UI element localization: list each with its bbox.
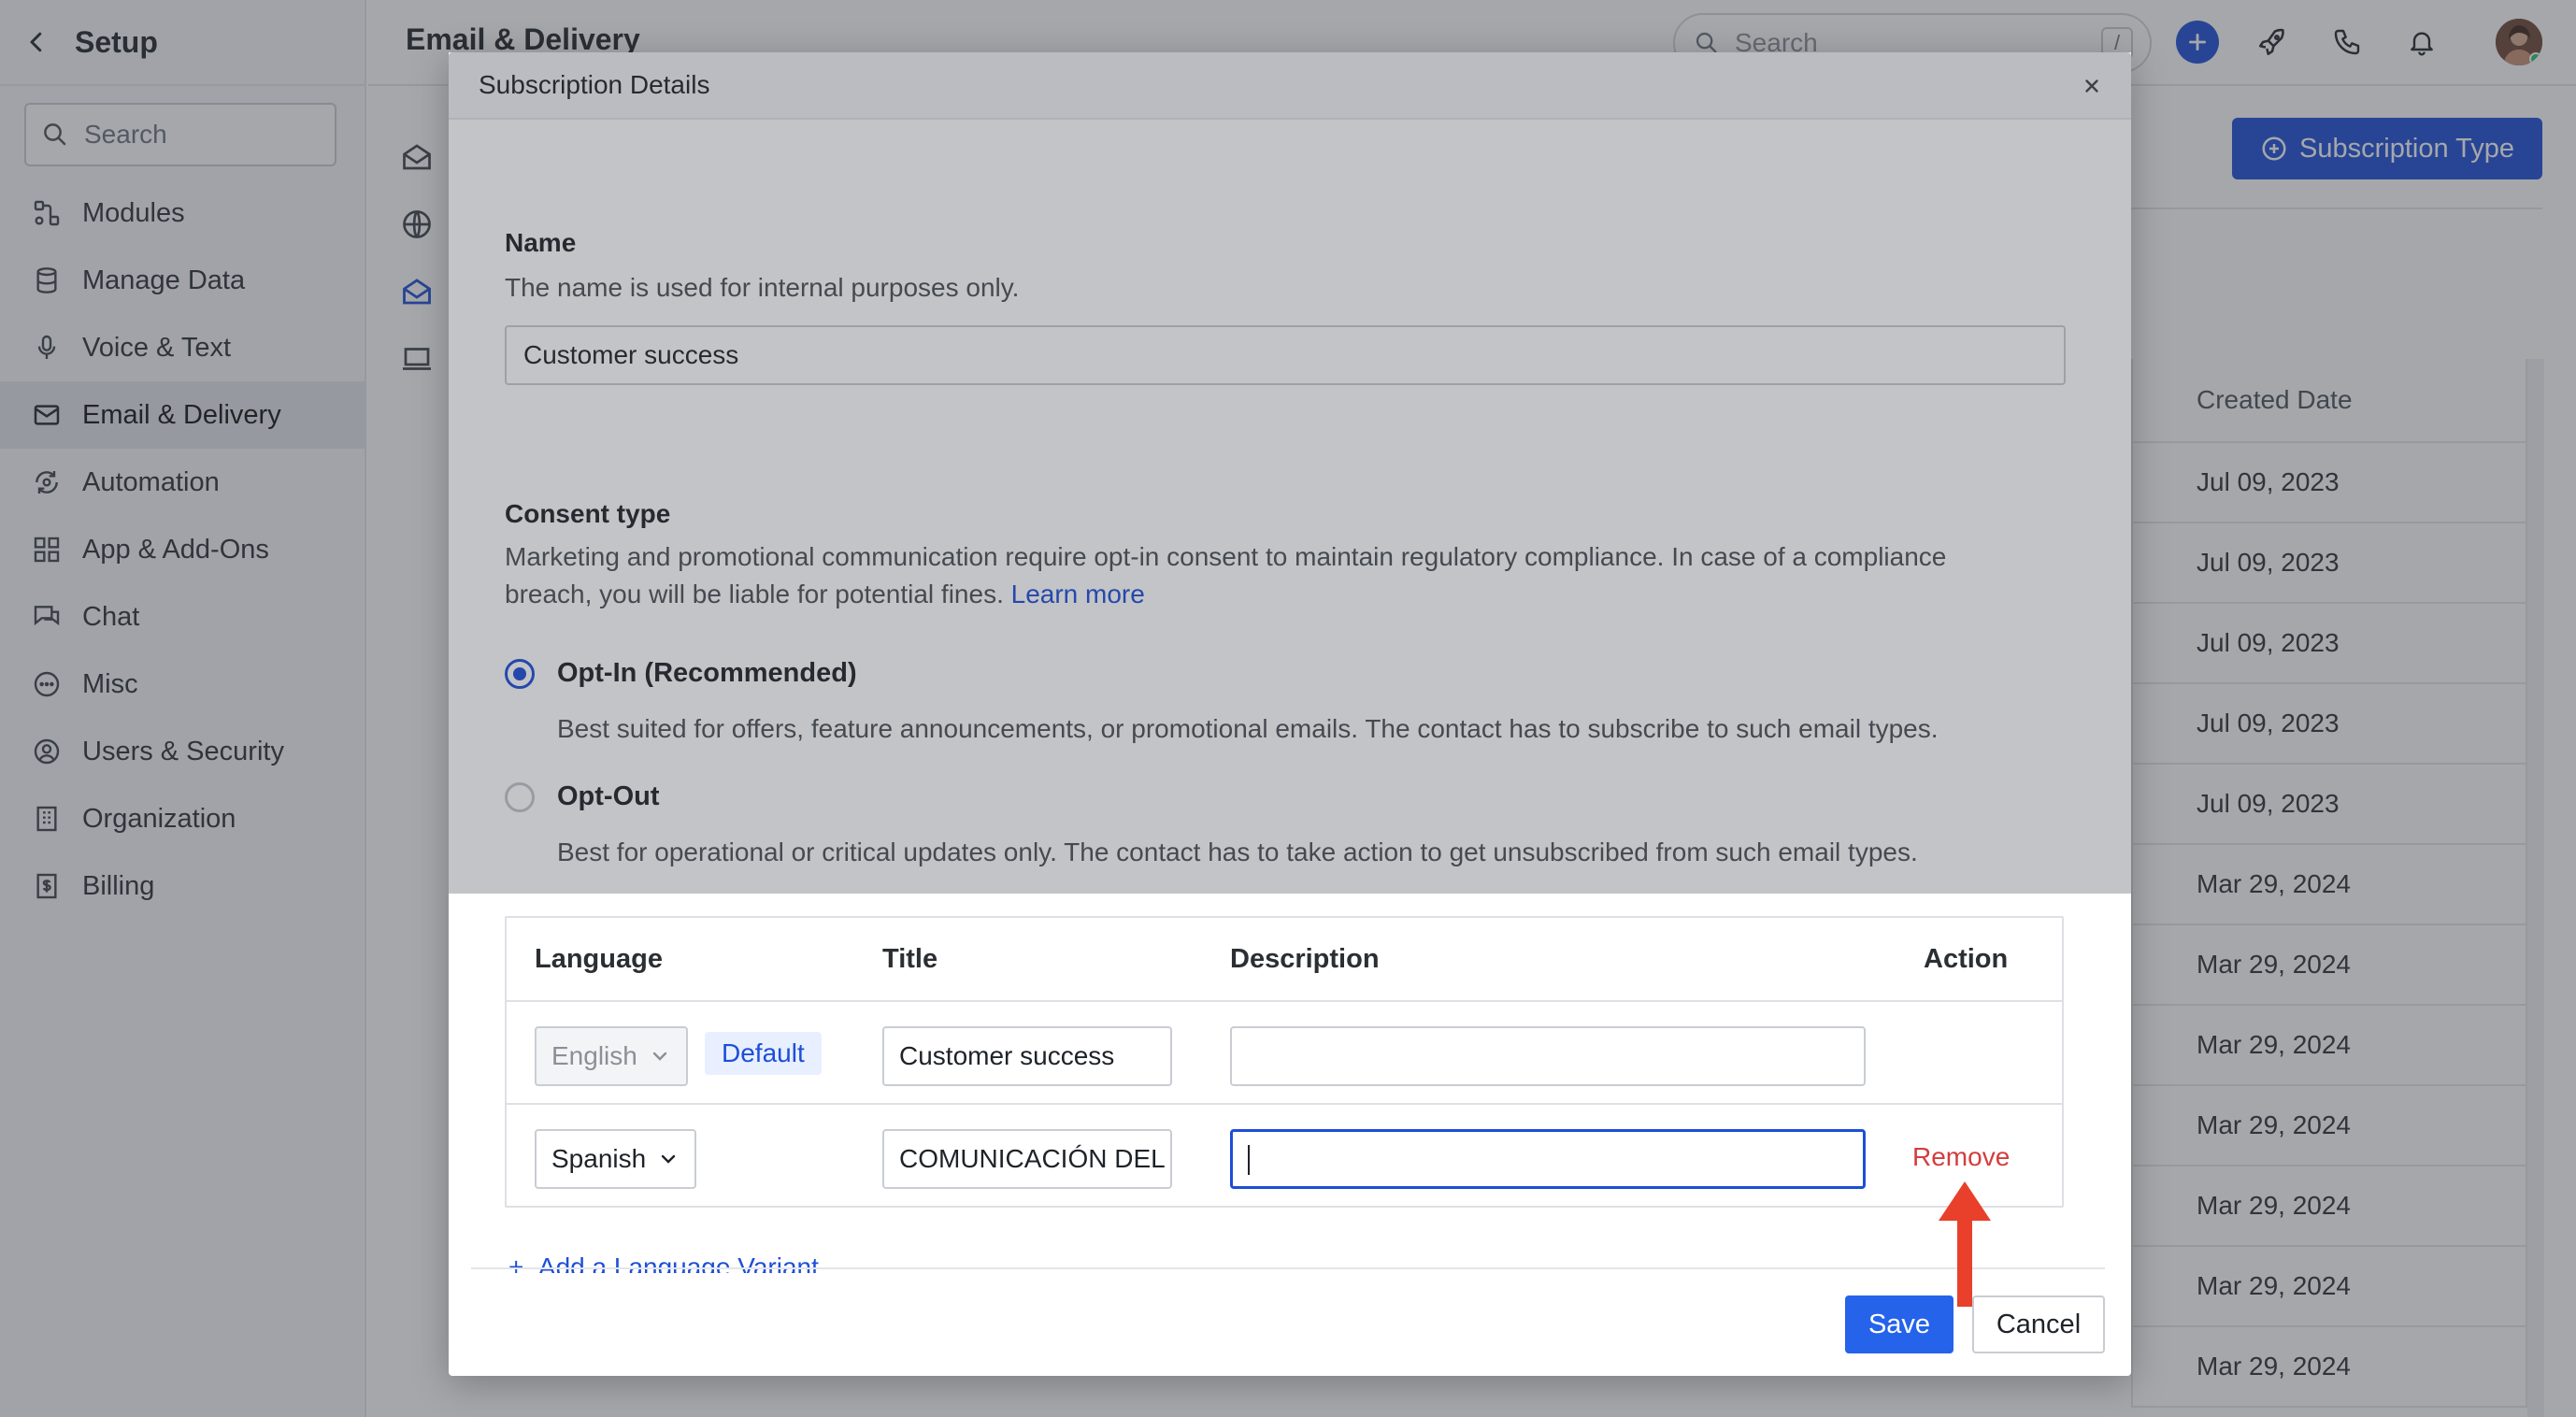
name-field[interactable]: Customer success xyxy=(505,325,2066,385)
description-field-spanish[interactable] xyxy=(1230,1129,1866,1189)
title-value: COMUNICACIÓN DEL xyxy=(899,1144,1166,1173)
opt-in-option[interactable]: Opt-In (Recommended) xyxy=(505,658,857,689)
add-variant-label: Add a Language Variant xyxy=(537,1252,819,1273)
chevron-down-icon xyxy=(652,1052,667,1061)
opt-in-radio[interactable] xyxy=(505,658,535,689)
opt-out-label: Opt-Out xyxy=(557,781,660,811)
modal-header: Subscription Details xyxy=(449,52,2131,120)
title-value: Customer success xyxy=(899,1041,1115,1070)
remove-variant-link[interactable]: Remove xyxy=(1912,1142,2010,1172)
opt-in-label: Opt-In (Recommended) xyxy=(557,658,857,688)
default-badge: Default xyxy=(705,1032,822,1075)
opt-out-option[interactable]: Opt-Out xyxy=(505,781,660,812)
opt-in-description: Best suited for offers, feature announce… xyxy=(557,714,1939,743)
language-variants-table: Language Title Description Action Englis… xyxy=(505,916,2064,1208)
table-row: Spanish COMUNICACIÓN DEL Remove xyxy=(507,1105,2062,1208)
learn-more-link[interactable]: Learn more xyxy=(1011,580,1145,608)
chevron-down-icon xyxy=(661,1154,676,1164)
name-help-text: The name is used for internal purposes o… xyxy=(505,273,1020,302)
column-language: Language xyxy=(535,944,663,974)
language-value: Spanish xyxy=(551,1144,647,1173)
opt-out-description: Best for operational or critical updates… xyxy=(557,837,1918,866)
title-field-spanish[interactable]: COMUNICACIÓN DEL xyxy=(882,1129,1172,1189)
modal-title: Subscription Details xyxy=(479,70,710,99)
column-description: Description xyxy=(1230,944,1380,974)
table-row: English Default Customer success xyxy=(507,1002,2062,1105)
add-language-variant-link[interactable]: + Add a Language Variant xyxy=(508,1249,819,1273)
consent-help-text: Marketing and promotional communication … xyxy=(505,538,2066,613)
name-label: Name xyxy=(505,228,577,257)
title-field-english[interactable]: Customer success xyxy=(882,1026,1172,1086)
column-action: Action xyxy=(1924,944,2009,974)
column-title: Title xyxy=(882,944,938,974)
modal-footer-divider xyxy=(471,1267,2105,1269)
text-cursor xyxy=(1248,1145,1250,1175)
consent-help-line-1: Marketing and promotional communication … xyxy=(505,542,1947,571)
consent-type-label: Consent type xyxy=(505,499,671,528)
close-icon xyxy=(2085,79,2098,93)
save-button[interactable]: Save xyxy=(1845,1295,1953,1353)
cancel-button[interactable]: Cancel xyxy=(1972,1295,2105,1353)
close-button[interactable] xyxy=(2077,71,2107,101)
annotation-arrow-icon xyxy=(1939,1181,1991,1307)
language-value: English xyxy=(551,1041,637,1070)
language-select-spanish[interactable]: Spanish xyxy=(535,1129,697,1189)
name-field-value: Customer success xyxy=(523,340,739,369)
description-field-english[interactable] xyxy=(1230,1026,1866,1086)
opt-out-radio[interactable] xyxy=(505,781,535,812)
table-header: Language Title Description Action xyxy=(507,918,2062,1002)
consent-help-line-2: breach, you will be liable for potential… xyxy=(505,580,1004,608)
modal-dim-layer xyxy=(449,52,2131,894)
language-variants-panel: Language Title Description Action Englis… xyxy=(471,894,2105,1367)
language-select-english: English xyxy=(535,1026,688,1086)
